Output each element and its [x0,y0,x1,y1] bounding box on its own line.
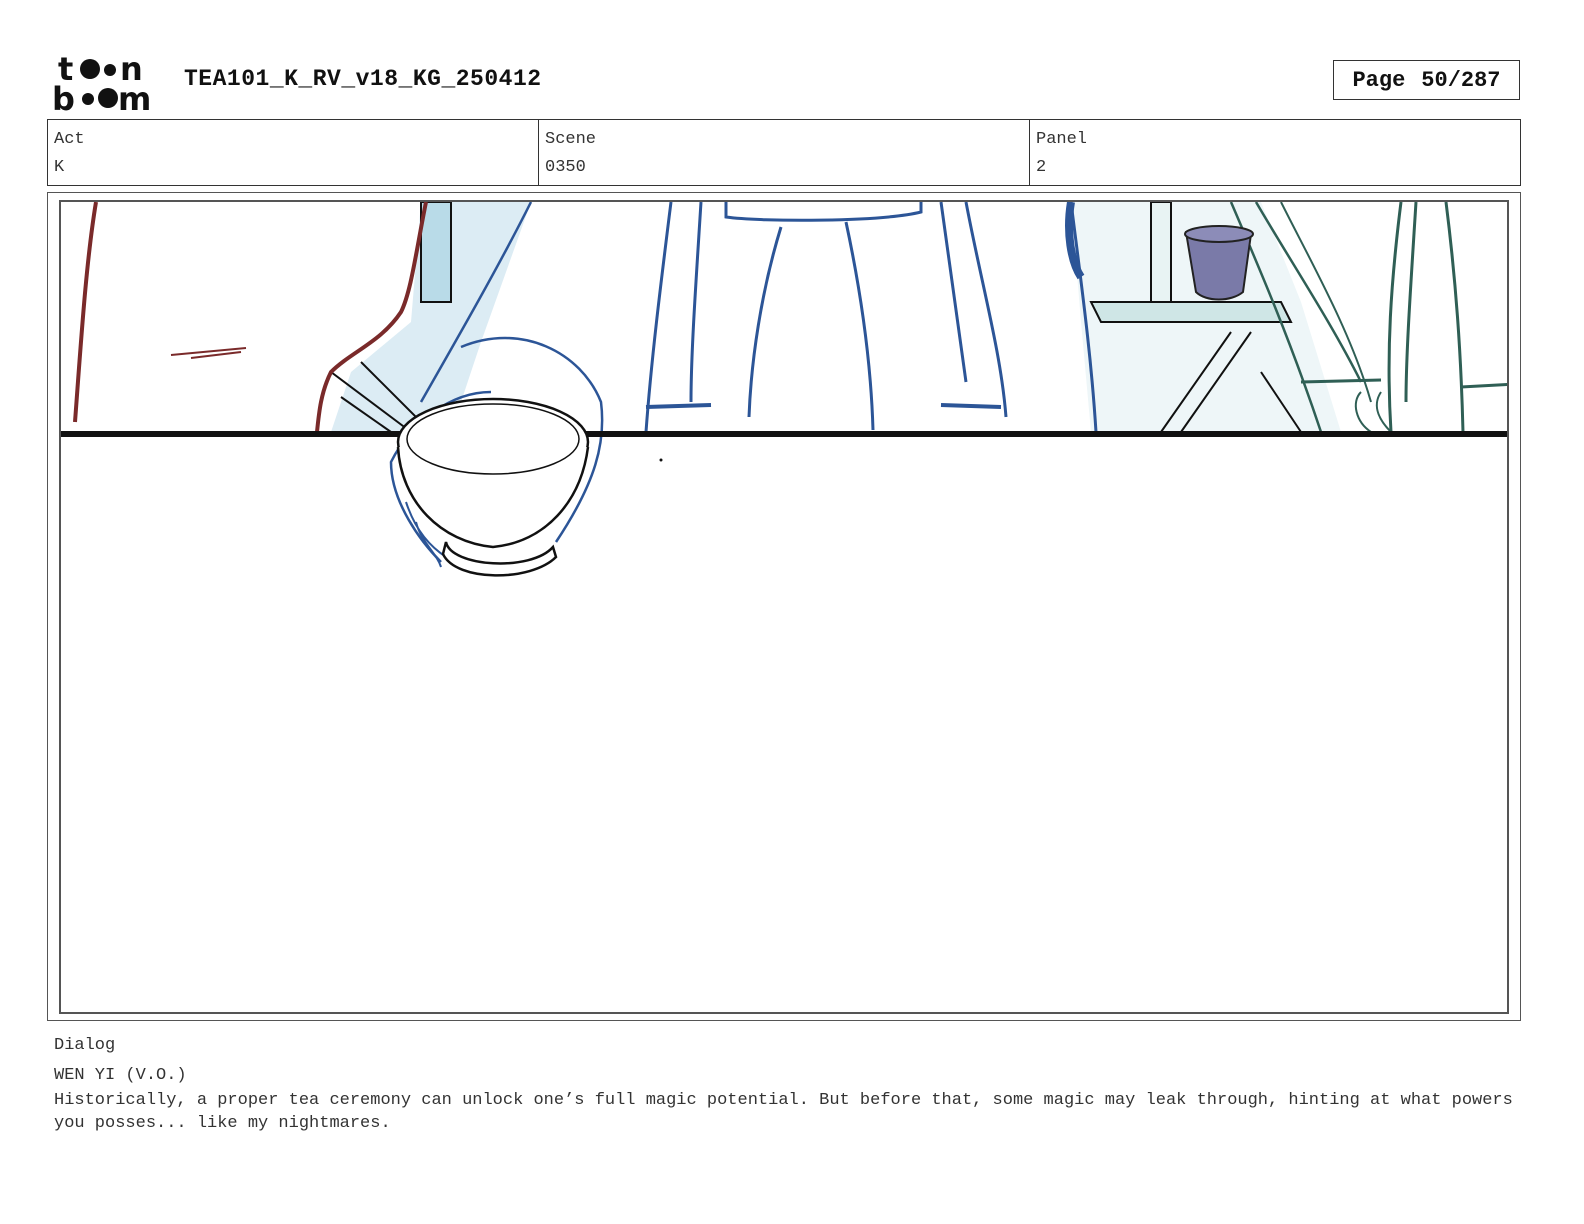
act-cell: Act K [48,120,539,185]
panel-value: 2 [1036,158,1047,177]
dialog-heading: Dialog [54,1036,116,1055]
svg-text:b: b [52,80,75,112]
panel-frame [59,200,1509,1014]
document-title: TEA101_K_RV_v18_KG_250412 [184,66,542,92]
dialog-text: Historically, a proper tea ceremony can … [54,1091,1513,1133]
act-label: Act [54,130,85,149]
svg-text:m: m [118,80,151,112]
scene-info-table: Act K Scene 0350 Panel 2 [47,119,1521,186]
scene-label: Scene [545,130,597,149]
scene-cell: Scene 0350 [539,120,1030,185]
toon-boom-logo: t n b m [52,52,151,112]
page-indicator: Page 50/287 [1333,60,1520,100]
panel-cell: Panel 2 [1030,120,1520,185]
scene-value: 0350 [545,158,586,177]
storyboard-sketch-image [61,202,1507,577]
page-number: 50/287 [1421,67,1501,93]
act-value: K [54,158,65,177]
panel-label: Panel [1036,130,1088,149]
dialog-speaker: WEN YI (V.O.) [54,1066,187,1085]
page-label: Page [1352,67,1406,93]
